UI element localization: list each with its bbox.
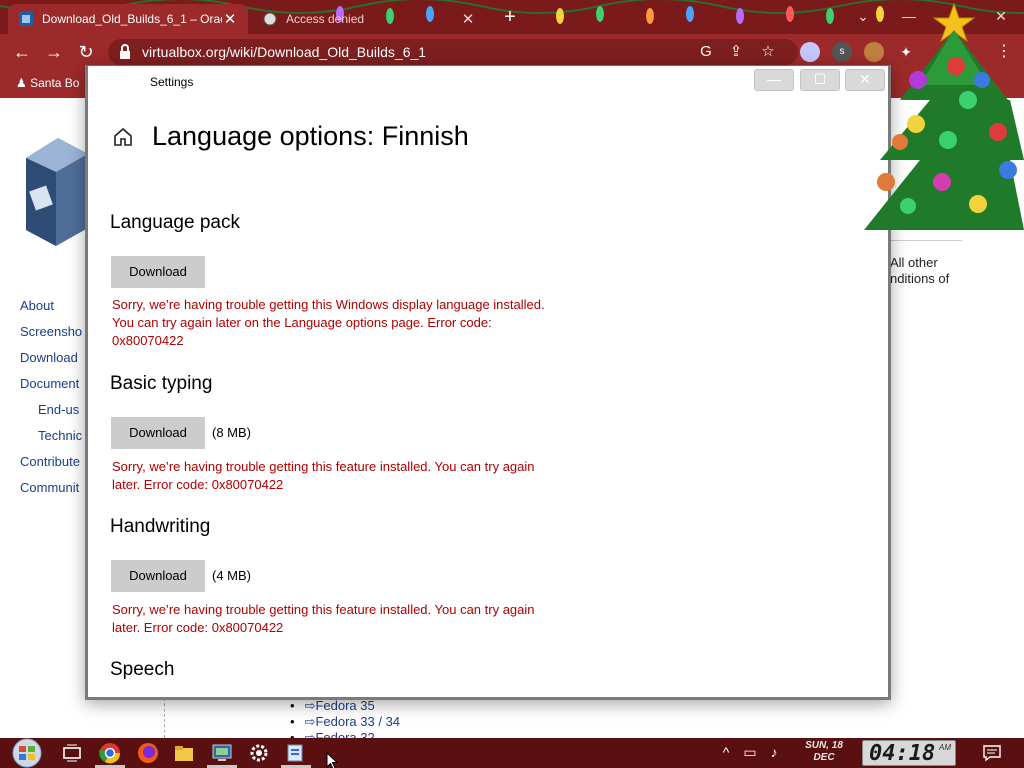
taskbar: ^ ▭ ♪ SUN, 18 DEC 04:18 AM <box>0 738 1024 768</box>
share-icon[interactable]: ⇪ <box>726 42 746 62</box>
external-link-icon: ⇨ <box>304 698 316 713</box>
forward-icon[interactable]: → <box>42 40 66 64</box>
mouse-cursor-icon <box>326 752 339 768</box>
month-line: DEC <box>813 752 835 763</box>
sidebar-link-technical[interactable]: Technic <box>38 428 82 443</box>
virtualbox-favicon-icon <box>19 12 33 26</box>
section-title-language-pack: Language pack <box>110 212 240 233</box>
sidebar-link-contribute[interactable]: Contribute <box>20 454 80 469</box>
taskbar-clock[interactable]: 04:18 AM <box>862 740 956 766</box>
section-title-basic-typing: Basic typing <box>110 373 213 394</box>
taskbar-date[interactable]: SUN, 18 DEC <box>796 740 852 764</box>
settings-window-title: Settings <box>150 75 194 89</box>
handwriting-size: (4 MB) <box>212 568 251 583</box>
handwriting-error-message: Sorry, we’re having trouble getting this… <box>112 602 535 635</box>
address-bar[interactable]: virtualbox.org/wiki/Download_Old_Builds_… <box>108 39 798 65</box>
link-text: Fedora 33 / 34 <box>315 714 401 729</box>
tab-virtualbox-download[interactable]: Download_Old_Builds_6_1 – Oracle VM Virt… <box>8 4 248 34</box>
windows-start-icon[interactable] <box>8 738 46 768</box>
firefox-icon[interactable] <box>136 741 160 765</box>
control-panel-icon[interactable] <box>284 741 308 765</box>
file-explorer-icon[interactable] <box>172 741 196 765</box>
sidebar-link-about[interactable]: About <box>20 298 54 313</box>
chrome-icon[interactable] <box>98 741 122 765</box>
settings-maximize-button[interactable]: ☐ <box>800 69 840 91</box>
sidebar-link-documentation[interactable]: Document <box>20 376 79 391</box>
settings-window: Settings — ☐ ✕ Language options: Finnish… <box>85 65 891 700</box>
section-title-speech: Speech <box>110 659 175 680</box>
content-column-divider <box>164 698 165 738</box>
google-lens-icon[interactable]: G <box>696 42 716 62</box>
bookmark-star-icon[interactable]: ☆ <box>758 42 778 62</box>
page-body-text: nditions of <box>890 271 950 286</box>
home-icon[interactable] <box>112 126 134 148</box>
lock-icon <box>120 44 130 59</box>
tab-title: Access denied <box>286 12 365 26</box>
date-line: SUN, 18 <box>805 740 843 751</box>
language-pack-download-button[interactable]: Download <box>111 256 205 288</box>
link-text: Fedora 35 <box>315 698 375 713</box>
basic-typing-error-message: Sorry, we’re having trouble getting this… <box>112 459 535 492</box>
reload-icon[interactable]: ↻ <box>74 40 98 64</box>
virtualbox-app-icon[interactable] <box>210 741 234 765</box>
task-view-icon[interactable] <box>60 741 84 765</box>
list-item[interactable]: • ⇨Fedora 33 / 34 <box>290 714 400 730</box>
virtualbox-logo-icon <box>26 138 88 246</box>
extension-s-icon[interactable]: s <box>832 42 852 62</box>
notification-center-icon[interactable] <box>982 743 1002 763</box>
tab-close-icon[interactable]: ✕ <box>222 10 238 28</box>
bookmark-santa[interactable]: ♟ Santa Bo <box>16 76 79 90</box>
page-divider-line <box>890 240 962 241</box>
tab-close-icon[interactable]: ✕ <box>460 10 476 28</box>
back-icon[interactable]: ← <box>10 40 34 64</box>
tab-access-denied[interactable]: Access denied ✕ <box>252 4 486 34</box>
basic-typing-size: (8 MB) <box>212 425 251 440</box>
volume-icon[interactable]: ♪ <box>764 744 784 760</box>
new-tab-button[interactable]: + <box>498 6 522 30</box>
settings-minimize-button[interactable]: — <box>754 69 794 91</box>
handwriting-download-button[interactable]: Download <box>111 560 205 592</box>
page-favicon-icon <box>263 12 277 26</box>
bookmark-favicon-icon: ♟ <box>16 76 31 90</box>
list-item[interactable]: • ⇨Fedora 35 <box>290 698 375 714</box>
bookmark-label: Santa Bo <box>30 76 80 90</box>
language-pack-error-message: Sorry, we’re having trouble getting this… <box>112 297 545 348</box>
clock-time: 04:18 <box>869 741 936 766</box>
sidebar-link-downloads[interactable]: Download <box>20 350 78 365</box>
clock-ampm: AM <box>939 743 951 752</box>
external-link-icon: ⇨ <box>304 714 316 729</box>
page-body-text: All other <box>890 255 938 270</box>
sidebar-link-community[interactable]: Communit <box>20 480 79 495</box>
section-title-handwriting: Handwriting <box>110 516 211 537</box>
network-icon[interactable]: ▭ <box>740 744 760 761</box>
sidebar-link-end-user[interactable]: End-us <box>38 402 79 417</box>
basic-typing-download-button[interactable]: Download <box>111 417 205 449</box>
extension-flag-icon[interactable] <box>800 42 820 62</box>
tab-title: Download_Old_Builds_6_1 – Oracle VM Virt… <box>42 12 222 26</box>
page-title: Language options: Finnish <box>152 121 469 151</box>
sidebar-link-screenshots[interactable]: Screensho <box>20 324 82 339</box>
settings-gear-icon[interactable] <box>247 741 271 765</box>
url-text: virtualbox.org/wiki/Download_Old_Builds_… <box>142 44 427 60</box>
christmas-tree-decoration <box>864 2 1024 230</box>
show-hidden-icons-chevron-icon[interactable]: ^ <box>716 744 736 760</box>
